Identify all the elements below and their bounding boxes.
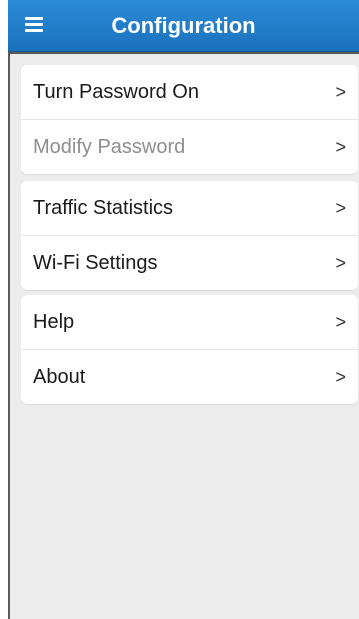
- modify-password-item: Modify Password >: [21, 119, 358, 174]
- traffic-statistics-label: Traffic Statistics: [33, 197, 174, 219]
- wifi-settings-label: Wi-Fi Settings: [33, 252, 158, 274]
- settings-list: Turn Password On > Modify Password > Tra…: [8, 52, 359, 619]
- chevron-right-icon: >: [335, 253, 346, 273]
- page-title: Configuration: [111, 13, 256, 38]
- turn-password-on-item[interactable]: Turn Password On >: [21, 65, 358, 119]
- wifi-settings-item[interactable]: Wi-Fi Settings >: [21, 235, 358, 290]
- turn-password-on-label: Turn Password On: [33, 81, 199, 103]
- about-item[interactable]: About >: [21, 349, 358, 404]
- chevron-right-icon: >: [335, 82, 346, 102]
- chevron-right-icon: >: [335, 367, 346, 387]
- chevron-right-icon: >: [335, 137, 346, 157]
- app-header: Configuration: [8, 0, 359, 52]
- chevron-right-icon: >: [335, 312, 346, 332]
- about-label: About: [33, 366, 86, 388]
- help-item[interactable]: Help >: [21, 295, 358, 349]
- chevron-right-icon: >: [335, 198, 346, 218]
- configuration-screen: Configuration Turn Password On > Modify …: [8, 0, 359, 619]
- traffic-statistics-item[interactable]: Traffic Statistics >: [21, 181, 358, 235]
- modify-password-label: Modify Password: [33, 136, 186, 158]
- security-settings-group: Turn Password On > Modify Password >: [21, 65, 358, 174]
- help-label: Help: [33, 311, 75, 333]
- info-settings-group: Help > About >: [21, 295, 358, 404]
- network-settings-group: Traffic Statistics > Wi-Fi Settings >: [21, 181, 358, 290]
